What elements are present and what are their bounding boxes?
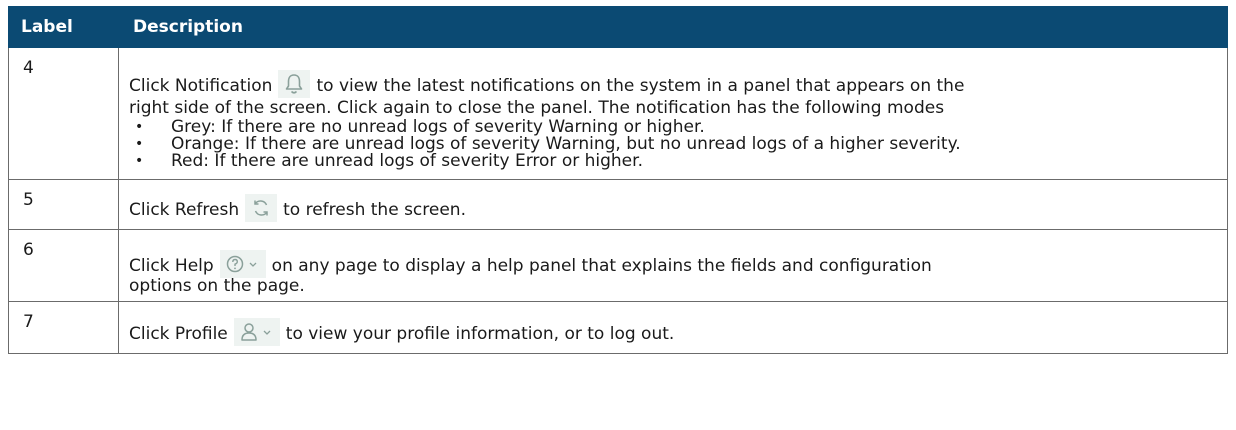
text-segment: to refresh the screen. <box>283 200 466 220</box>
table-header: Label Description <box>8 6 1228 48</box>
text-segment: Click Refresh <box>129 200 240 220</box>
modes-list: Grey: If there are no unread logs of sev… <box>129 119 1217 171</box>
row-description: Click Notification to view the latest no… <box>118 47 1228 180</box>
row-description: Click Profile to view your profile infor… <box>118 301 1228 354</box>
row-description: Click Refresh to refresh the screen. <box>118 179 1228 230</box>
help-dropdown-icon <box>219 250 266 278</box>
text-segment: on any page to display a help panel that… <box>271 256 932 276</box>
text-segment: to view the latest notifications on the … <box>316 76 965 96</box>
table-row: 6 Click Help on any page to display a he… <box>8 229 1228 302</box>
text-segment: Click Profile <box>129 324 228 344</box>
text-segment: to view your profile information, or to … <box>285 324 675 344</box>
header-label: Label <box>8 6 119 48</box>
row-label: 5 <box>8 179 119 230</box>
list-item: Red: If there are unread logs of severit… <box>129 153 1217 171</box>
table-row: 5 Click Refresh to refresh the screen. <box>8 179 1228 230</box>
bell-icon <box>278 70 311 98</box>
text-line: options on the page. <box>129 276 305 296</box>
row-label: 7 <box>8 301 119 354</box>
text-segment: Click Help <box>129 256 214 276</box>
text-segment: Click Notification <box>129 76 273 96</box>
row-label: 6 <box>8 229 119 302</box>
description-table: Label Description 4 Click Notification t… <box>8 6 1228 354</box>
profile-dropdown-icon <box>233 318 280 346</box>
row-label: 4 <box>8 47 119 180</box>
header-description: Description <box>118 6 1228 48</box>
table-row: 7 Click Profile to view your profile inf… <box>8 301 1228 354</box>
text-line: right side of the screen. Click again to… <box>129 98 945 118</box>
refresh-icon <box>245 194 278 222</box>
row-description: Click Help on any page to display a help… <box>118 229 1228 302</box>
table-row: 4 Click Notification to view the latest … <box>8 47 1228 180</box>
